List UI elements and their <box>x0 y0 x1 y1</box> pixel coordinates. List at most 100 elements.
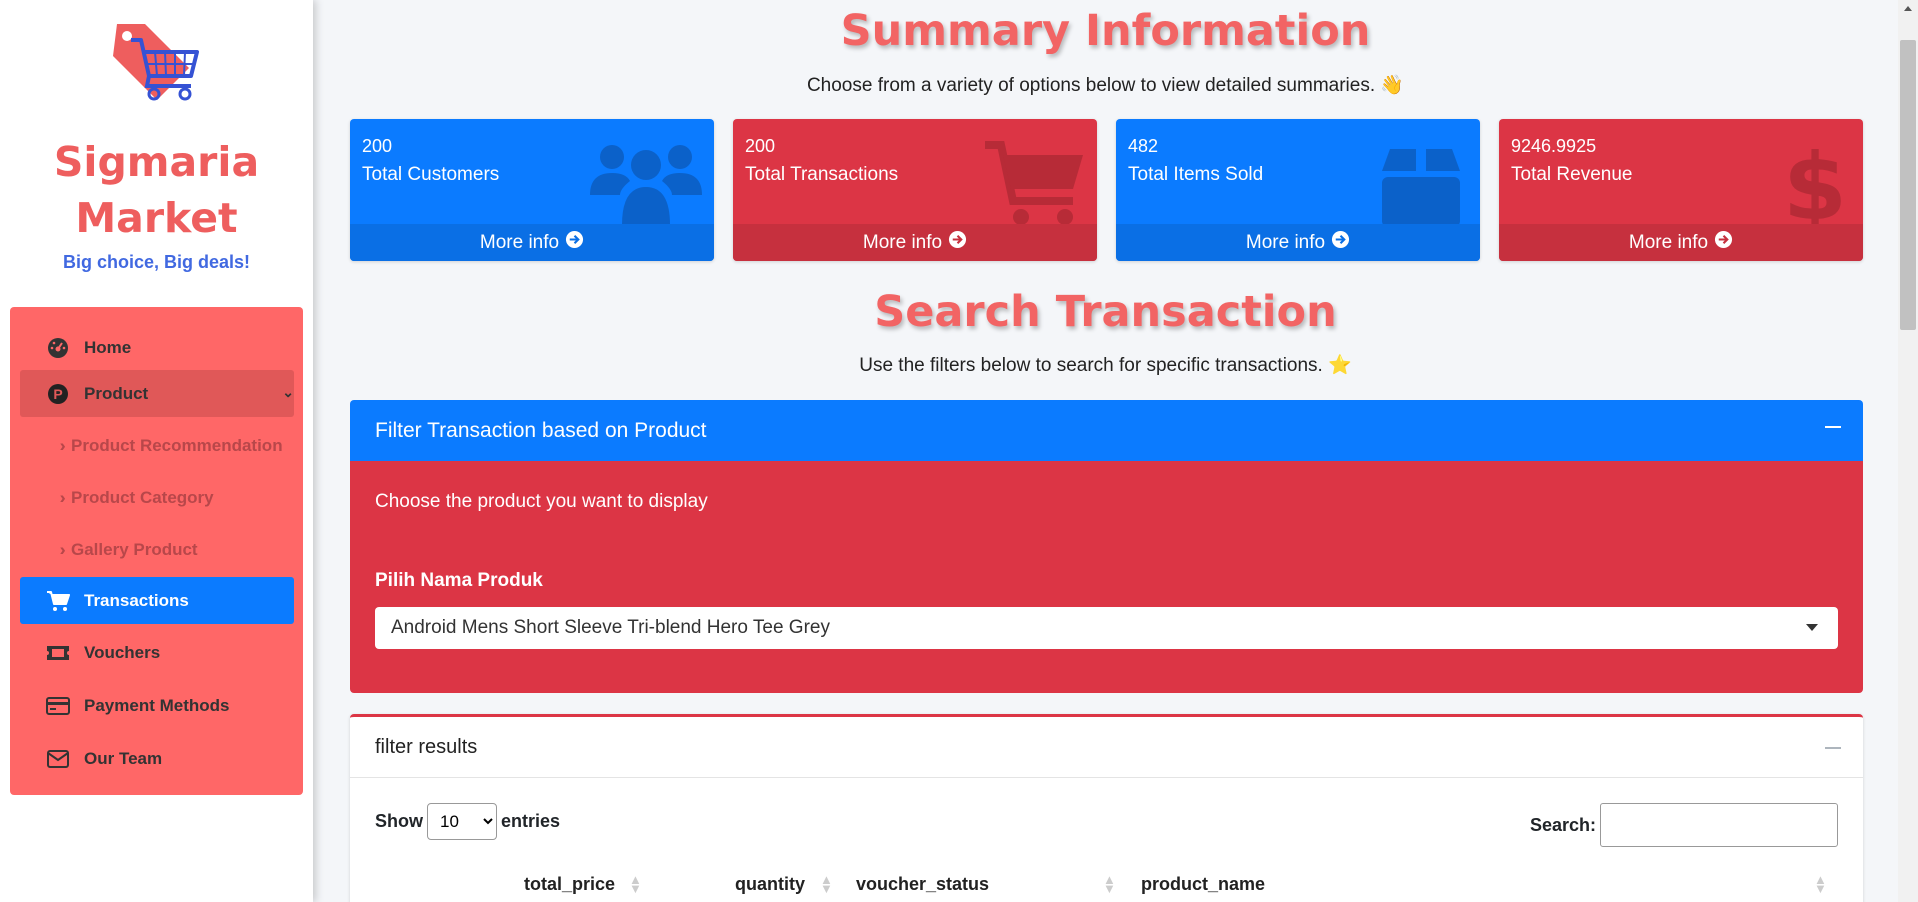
collapse-icon[interactable] <box>1825 426 1841 428</box>
arrow-circle-right-icon <box>1331 230 1350 255</box>
sidebar-subitem-label: Product Category <box>71 487 214 507</box>
double-chevron-right-icon: ›› <box>60 436 68 456</box>
more-info-label: More info <box>862 231 943 253</box>
sort-icon[interactable]: ▲ ▼ <box>820 873 833 895</box>
sidebar-subitem-gallery-product[interactable]: ›› Gallery Product <box>60 526 304 573</box>
envelope-icon <box>46 747 70 771</box>
summary-box-transactions: 200 Total Transactions More info <box>733 119 1097 261</box>
box-label: Total Transactions <box>745 164 899 185</box>
sidebar-item-home[interactable]: Home <box>20 324 294 371</box>
column-header-voucher-status[interactable]: voucher_status <box>856 874 989 895</box>
box-value: 482 <box>1128 136 1159 156</box>
box-value: 200 <box>362 136 393 156</box>
sidebar-item-vouchers[interactable]: Vouchers <box>20 629 294 676</box>
sidebar-subitem-label: Product Recommendation <box>71 435 283 455</box>
product-select[interactable]: Android Mens Short Sleeve Tri-blend Hero… <box>375 607 1838 649</box>
cart-icon <box>985 141 1085 232</box>
entries-length-control: Show 10 entries <box>375 803 560 840</box>
ticket-icon <box>46 641 70 665</box>
column-header-total-price[interactable]: total_price <box>524 874 615 895</box>
search-title: Search Transaction <box>874 287 1337 337</box>
double-chevron-right-icon: ›› <box>60 540 68 560</box>
search-input[interactable] <box>1600 803 1838 847</box>
results-card: filter results Show 10 entries Search: t… <box>350 714 1863 902</box>
credit-card-icon <box>46 694 70 718</box>
double-chevron-right-icon: ›› <box>60 488 68 508</box>
summary-box-revenue: 9246.9925 Total Revenue $ More info <box>1499 119 1863 261</box>
sidebar-subitem-product-recommendation[interactable]: ›› Product Recommendation <box>60 422 304 469</box>
filter-card-header: Filter Transaction based on Product <box>350 400 1863 461</box>
sidebar-item-label: Transactions <box>84 590 189 610</box>
sidebar-item-transactions[interactable]: Transactions <box>20 577 294 624</box>
sidebar: Sigmaria Market Big choice, Big deals! H… <box>0 0 313 902</box>
search-subtitle: Use the filters below to search for spec… <box>859 355 1352 376</box>
entries-select[interactable]: 10 <box>427 803 497 840</box>
sidebar-item-label: Payment Methods <box>84 695 230 715</box>
sidebar-subitem-label: Gallery Product <box>71 539 198 559</box>
box-label: Total Customers <box>362 164 500 185</box>
filter-card-title: Filter Transaction based on Product <box>375 418 707 442</box>
p-circle-icon: P <box>46 382 70 406</box>
chevron-down-icon: ⌄ <box>282 384 294 400</box>
results-card-header: filter results <box>350 717 1863 778</box>
product-select-label: Pilih Nama Produk <box>375 570 543 591</box>
results-card-title: filter results <box>375 735 478 758</box>
more-info-link-items-sold[interactable]: More info <box>1116 224 1480 261</box>
scroll-up-icon[interactable] <box>1904 6 1912 11</box>
sidebar-item-payment-methods[interactable]: Payment Methods <box>20 682 294 729</box>
box-label: Total Revenue <box>1511 164 1633 185</box>
more-info-label: More info <box>1628 231 1709 253</box>
summary-box-items-sold: 482 Total Items Sold More info <box>1116 119 1480 261</box>
sidebar-nav: Home P Product ⌄ ›› Product Recommendati… <box>10 307 303 795</box>
entries-label: entries <box>501 811 561 831</box>
arrow-circle-right-icon <box>1714 230 1733 255</box>
dashboard-icon <box>46 336 70 360</box>
sidebar-item-label: Vouchers <box>84 642 161 662</box>
brand-name-line1: Sigmaria <box>53 138 260 186</box>
show-label: Show <box>375 811 423 831</box>
page-scrollbar[interactable] <box>1898 0 1918 902</box>
summary-title: Summary Information <box>840 6 1371 56</box>
sort-icon[interactable]: ▲ ▼ <box>629 873 642 895</box>
collapse-icon[interactable] <box>1825 747 1841 749</box>
sort-icon[interactable]: ▲ ▼ <box>1103 873 1116 895</box>
more-info-label: More info <box>479 231 560 253</box>
brand-name: Sigmaria Market <box>0 134 313 246</box>
users-icon <box>590 137 702 230</box>
brand-logo[interactable] <box>0 14 313 119</box>
more-info-label: More info <box>1245 231 1326 253</box>
sort-icon[interactable]: ▲ ▼ <box>1814 873 1827 895</box>
column-header-product-name[interactable]: product_name <box>1141 874 1265 895</box>
box-value: 200 <box>745 136 776 156</box>
arrow-circle-right-icon <box>565 230 584 255</box>
brand-tagline: Big choice, Big deals! <box>62 252 251 272</box>
box-icon <box>1382 149 1460 232</box>
svg-text:P: P <box>53 386 62 402</box>
sidebar-item-our-team[interactable]: Our Team <box>20 735 294 782</box>
sidebar-item-label: Product <box>84 383 149 403</box>
brand-name-line2: Market <box>75 194 238 242</box>
filter-card-body: Choose the product you want to display P… <box>350 461 1863 693</box>
summary-subtitle: Choose from a variety of options below t… <box>806 75 1405 96</box>
svg-text:$: $ <box>1787 139 1843 229</box>
table-search-control: Search: <box>1530 803 1838 847</box>
more-info-link-revenue[interactable]: More info <box>1499 224 1863 261</box>
box-label: Total Items Sold <box>1128 164 1264 185</box>
summary-box-customers: 200 Total Customers More info <box>350 119 714 261</box>
column-header-quantity[interactable]: quantity <box>735 874 805 895</box>
arrow-circle-right-icon <box>948 230 967 255</box>
filter-card-description: Choose the product you want to display <box>375 491 708 512</box>
more-info-link-transactions[interactable]: More info <box>733 224 1097 261</box>
sidebar-item-product[interactable]: P Product ⌄ <box>20 370 294 417</box>
product-select-value: Android Mens Short Sleeve Tri-blend Hero… <box>391 617 830 638</box>
sidebar-item-label: Our Team <box>84 748 163 768</box>
caret-down-icon <box>1806 624 1818 631</box>
cart-icon <box>46 589 70 613</box>
more-info-link-customers[interactable]: More info <box>350 224 714 261</box>
search-label: Search: <box>1529 814 1596 835</box>
sidebar-subitem-product-category[interactable]: ›› Product Category <box>60 474 304 521</box>
dollar-icon: $ <box>1783 134 1847 241</box>
box-value: 9246.9925 <box>1511 136 1597 156</box>
sidebar-item-label: Home <box>84 337 132 357</box>
scrollbar-thumb[interactable] <box>1900 40 1916 330</box>
